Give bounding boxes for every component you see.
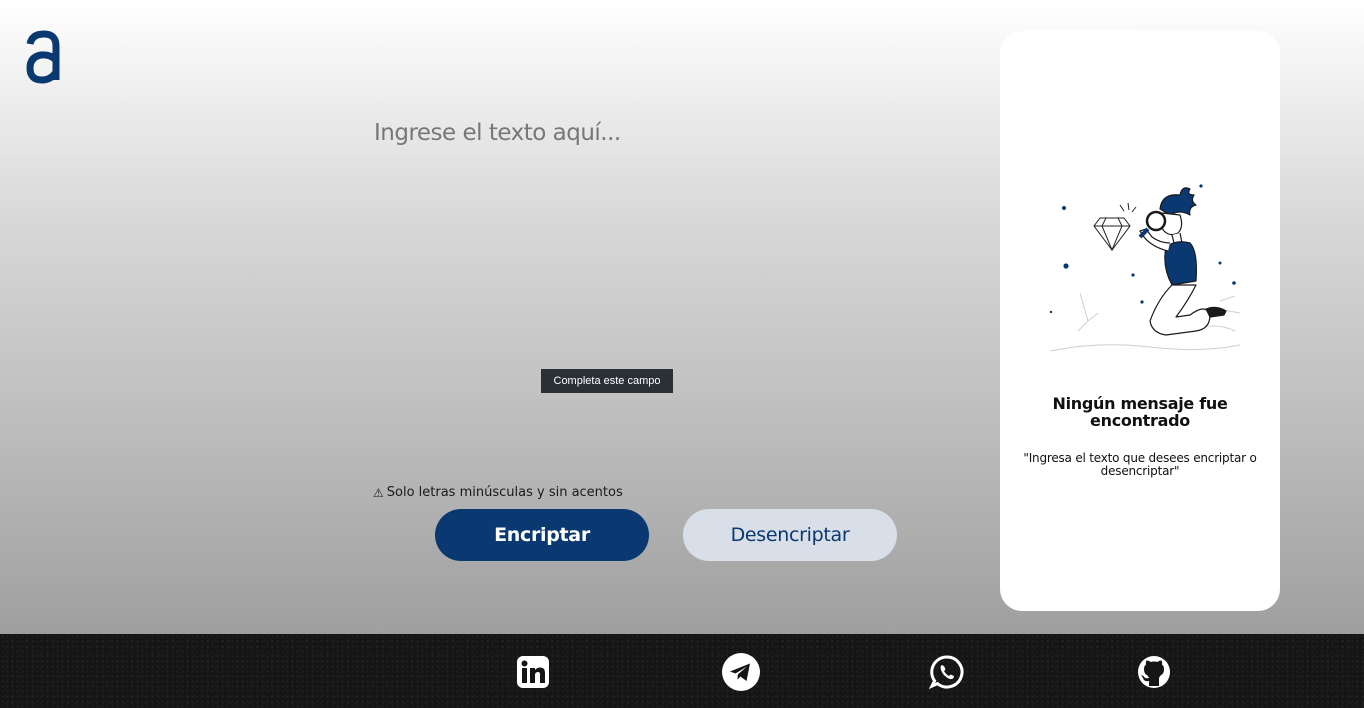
empty-state-description: "Ingresa el texto que desees encriptar o… <box>1023 451 1257 478</box>
encrypt-button[interactable]: Encriptar <box>435 509 649 561</box>
input-hint: ⚠ Solo letras minúsculas y sin acentos <box>373 485 623 500</box>
input-hint-text: Solo letras minúsculas y sin acentos <box>386 485 623 500</box>
person-with-magnifier-illustration <box>1040 181 1250 361</box>
warning-icon: ⚠ <box>373 485 384 500</box>
decrypt-button[interactable]: Desencriptar <box>683 509 897 561</box>
text-input[interactable] <box>374 120 934 460</box>
main-section: Completa este campo ⚠ Solo letras minúsc… <box>0 0 1000 634</box>
github-icon[interactable] <box>1136 654 1172 690</box>
empty-state-title: Ningún mensaje fue encontrado <box>1052 394 1228 430</box>
footer <box>0 634 1364 708</box>
telegram-icon[interactable] <box>721 652 761 692</box>
validation-tooltip: Completa este campo <box>541 369 673 393</box>
output-panel: Ningún mensaje fue encontrado "Ingresa e… <box>1000 31 1280 611</box>
linkedin-icon[interactable] <box>515 654 551 690</box>
whatsapp-icon[interactable] <box>929 654 965 690</box>
